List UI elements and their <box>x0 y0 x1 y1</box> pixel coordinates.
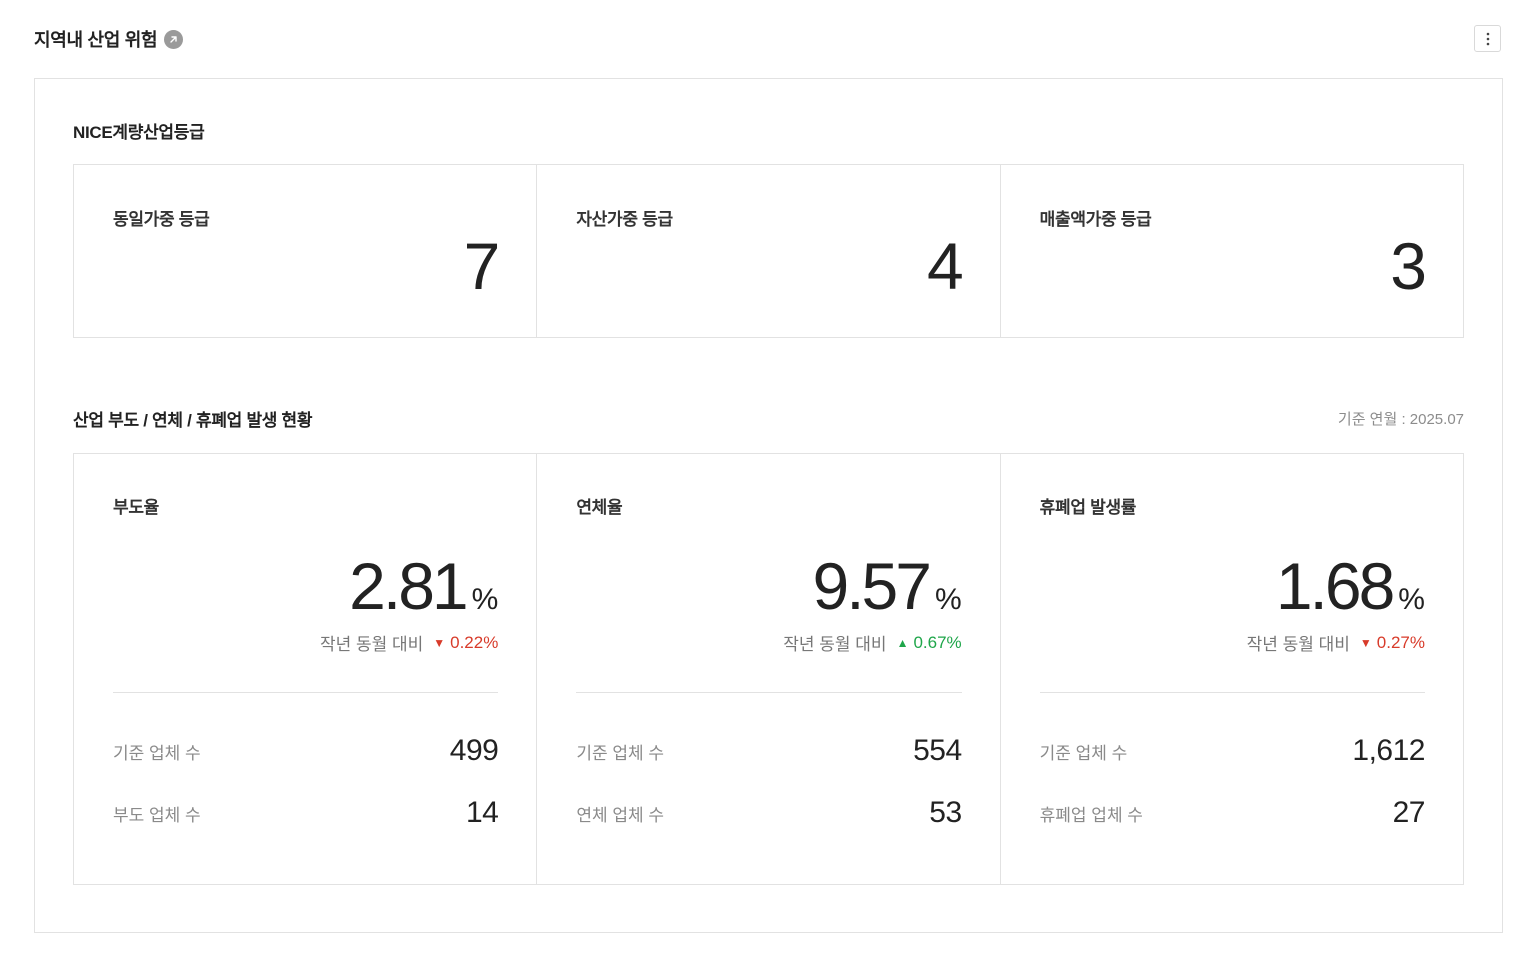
grade-card-asset-weight: 자산가중 등급 4 <box>536 165 999 337</box>
stat-row: 기준 업체 수 554 <box>576 734 962 768</box>
yoy-row: 작년 동월 대비 ▼ 0.22% <box>320 630 498 655</box>
stat-label: 연체 업체 수 <box>576 805 664 825</box>
grade-card-value: 4 <box>926 229 964 303</box>
grade-card-sales-weight: 매출액가중 등급 3 <box>999 165 1463 337</box>
grade-section-title: NICE계량산업등급 <box>73 123 205 142</box>
grade-card-value: 3 <box>1390 229 1427 303</box>
stat-label: 기준 업체 수 <box>576 743 664 763</box>
stat-value: 14 <box>465 796 499 829</box>
yoy-label: 작년 동월 대비 <box>783 635 887 654</box>
grade-card-label: 동일가중 등급 <box>113 210 210 229</box>
grade-card-grid: 동일가중 등급 7 자산가중 등급 4 매출액가중 등급 3 <box>73 164 1464 338</box>
status-section-title: 산업 부도 / 연체 / 휴폐업 발생 현황 <box>73 411 313 430</box>
yoy-row: 작년 동월 대비 ▼ 0.27% <box>1247 630 1425 655</box>
divider <box>113 692 499 693</box>
yoy-row: 작년 동월 대비 ▲ 0.67% <box>783 630 961 655</box>
arrow-down-icon: ▼ <box>433 635 446 650</box>
yoy-value: 0.27% <box>1376 632 1425 652</box>
grade-card-label: 자산가중 등급 <box>576 210 673 229</box>
page-title: 지역내 산업 위험 <box>34 30 158 50</box>
rate-row: 9.57 % <box>813 550 962 622</box>
base-date: 기준 연월 : 2025.07 <box>1337 411 1464 428</box>
yoy-value: 0.22% <box>450 632 499 652</box>
stat-value: 53 <box>929 796 962 829</box>
more-vertical-icon <box>1486 32 1489 45</box>
grade-card-value: 7 <box>463 229 501 303</box>
status-card-label: 연체율 <box>576 498 623 517</box>
rate-value: 1.68 <box>1275 549 1395 623</box>
yoy-value: 0.67% <box>913 632 962 652</box>
divider <box>1039 692 1425 693</box>
stat-label: 휴폐업 업체 수 <box>1039 805 1143 825</box>
stat-row: 부도 업체 수 14 <box>113 796 499 830</box>
status-card-grid: 부도율 2.81 % 작년 동월 대비 ▼ 0.22% 기준 업체 수 499 … <box>73 453 1464 885</box>
status-card-delinquency: 연체율 9.57 % 작년 동월 대비 ▲ 0.67% 기준 업체 수 554 … <box>536 454 999 884</box>
rate-value: 2.81 <box>349 549 468 623</box>
stat-value: 554 <box>913 734 962 767</box>
more-options-button[interactable] <box>1474 25 1501 52</box>
stat-label: 기준 업체 수 <box>1039 743 1128 763</box>
stat-value: 27 <box>1392 796 1426 829</box>
rate-unit: % <box>1398 583 1425 616</box>
rate-unit: % <box>471 583 499 616</box>
rate-row: 1.68 % <box>1276 550 1425 622</box>
status-card-label: 휴폐업 발생률 <box>1039 498 1137 517</box>
status-card-bankruptcy: 부도율 2.81 % 작년 동월 대비 ▼ 0.22% 기준 업체 수 499 … <box>74 454 536 884</box>
rate-row: 2.81 % <box>349 550 498 622</box>
yoy-label: 작년 동월 대비 <box>1246 635 1350 654</box>
page-header: 지역내 산업 위험 <box>34 24 184 54</box>
stat-value: 499 <box>449 734 499 767</box>
stat-row: 휴폐업 업체 수 27 <box>1039 796 1426 830</box>
stat-row: 기준 업체 수 499 <box>113 734 499 768</box>
stat-label: 기준 업체 수 <box>113 743 201 763</box>
status-card-closure: 휴폐업 발생률 1.68 % 작년 동월 대비 ▼ 0.27% 기준 업체 수 … <box>999 454 1463 884</box>
stat-row: 연체 업체 수 53 <box>576 796 962 830</box>
rate-value: 9.57 <box>812 549 932 623</box>
stat-row: 기준 업체 수 1,612 <box>1039 734 1426 768</box>
stat-value: 1,612 <box>1352 734 1425 767</box>
yoy-label: 작년 동월 대비 <box>319 635 424 654</box>
status-card-label: 부도율 <box>113 498 160 517</box>
rate-unit: % <box>934 583 962 616</box>
arrow-down-icon: ▼ <box>1359 635 1372 650</box>
arrow-up-icon: ▲ <box>896 635 909 650</box>
industry-risk-panel: NICE계량산업등급 동일가중 등급 7 자산가중 등급 4 매출액가중 등급 … <box>34 78 1503 933</box>
divider <box>576 692 962 693</box>
grade-card-label: 매출액가중 등급 <box>1039 210 1152 229</box>
stat-label: 부도 업체 수 <box>113 805 201 825</box>
arrow-up-right-icon[interactable] <box>164 29 184 49</box>
grade-card-equal-weight: 동일가중 등급 7 <box>74 165 536 337</box>
